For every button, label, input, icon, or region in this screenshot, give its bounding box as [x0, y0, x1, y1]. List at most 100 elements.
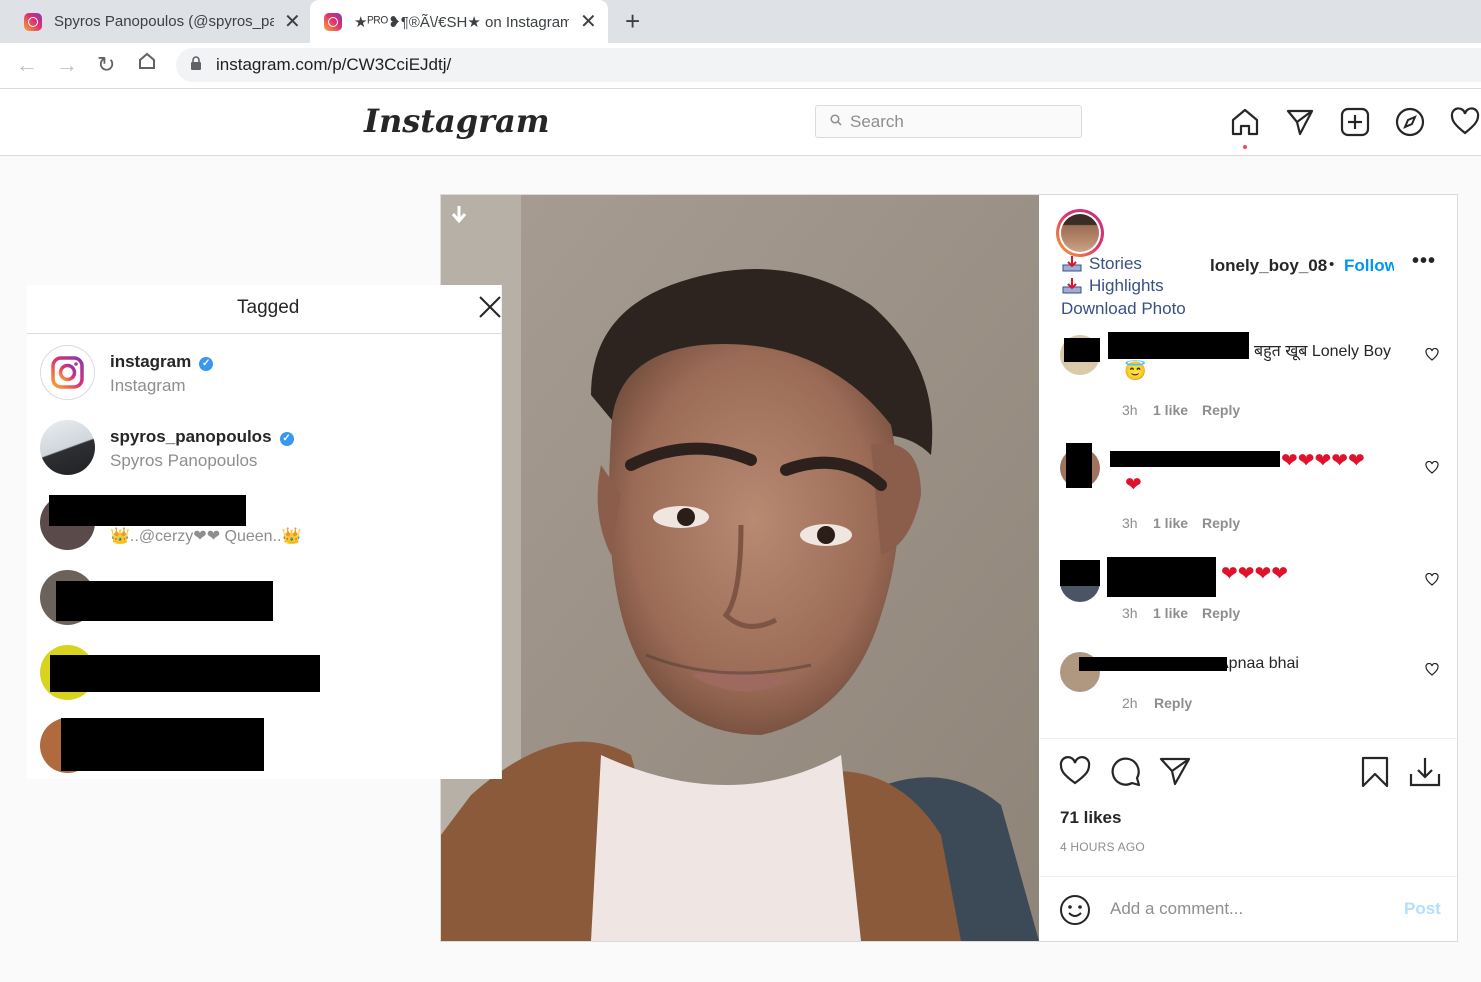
lock-icon	[190, 55, 202, 75]
share-send-icon[interactable]	[1159, 756, 1191, 786]
redaction-block	[61, 718, 264, 771]
tagged-panel-header: Tagged	[27, 285, 501, 334]
comment-hearts: ❤❤❤❤	[1221, 563, 1289, 585]
poster-username[interactable]: lonely_boy_08	[1210, 256, 1327, 276]
home-nav-icon[interactable]	[1230, 107, 1260, 137]
add-comment-input[interactable]: Add a comment...	[1110, 899, 1243, 919]
download-photo-label: Download Photo	[1061, 299, 1186, 318]
search-input[interactable]	[850, 111, 1070, 132]
tagged-user-avatar[interactable]	[40, 345, 95, 400]
redaction-block	[1110, 451, 1280, 467]
comment-text: बहुत खूब Lonely Boy	[1254, 343, 1392, 360]
download-tray-icon	[1062, 256, 1082, 272]
tagged-user-name[interactable]: instagram ✓	[110, 352, 214, 372]
like-heart-icon[interactable]	[1059, 756, 1091, 786]
close-tab-icon[interactable]: ✕	[580, 9, 597, 34]
divider	[1040, 876, 1457, 877]
instagram-favicon-icon	[324, 12, 342, 31]
reply-button[interactable]: Reply	[1202, 515, 1240, 531]
comment-bubble-icon[interactable]	[1110, 756, 1141, 787]
tagged-title: Tagged	[237, 297, 300, 318]
home-icon[interactable]	[137, 51, 157, 77]
likes-count[interactable]: 71 likes	[1060, 808, 1121, 828]
redaction-block	[49, 495, 246, 526]
reply-button[interactable]: Reply	[1202, 402, 1240, 418]
reload-icon[interactable]: ↻	[97, 52, 115, 78]
tab-title: ★ᴾᴿᴼ❥¶®Ã\/€SH★ on Instagram: "	[354, 13, 569, 31]
more-options-icon[interactable]: •••	[1412, 250, 1436, 273]
comment-time: 2h	[1122, 695, 1138, 711]
browser-toolbar: ← → ↻ instagram.com/p/CW3CciEJdtj/	[0, 43, 1481, 89]
instagram-favicon-icon	[24, 12, 42, 31]
tagged-user-name[interactable]: spyros_panopoulos ✓	[110, 427, 294, 447]
close-icon[interactable]	[478, 295, 502, 319]
divider	[1040, 738, 1457, 739]
new-post-icon[interactable]	[1340, 107, 1370, 137]
comment-time: 3h	[1122, 402, 1138, 418]
redaction-block	[1107, 557, 1216, 597]
download-icon[interactable]	[1409, 756, 1441, 788]
explore-icon[interactable]	[1395, 107, 1425, 137]
follow-button[interactable]: Follow	[1344, 256, 1394, 276]
download-photo-link[interactable]: Download Photo	[1061, 299, 1186, 319]
comment-likes[interactable]: 1 like	[1153, 605, 1188, 621]
redaction-block	[56, 581, 273, 621]
redaction-block	[1066, 443, 1092, 488]
highlights-label: Highlights	[1089, 276, 1164, 295]
verified-badge-icon: ✓	[199, 357, 214, 371]
direct-messages-icon[interactable]	[1285, 107, 1315, 137]
highlights-link[interactable]: Highlights	[1061, 276, 1164, 296]
post-timestamp: 4 HOURS AGO	[1060, 840, 1145, 854]
back-icon[interactable]: ←	[16, 52, 38, 78]
comment-text: Apnaa bhai	[1218, 655, 1299, 672]
reply-button[interactable]: Reply	[1202, 605, 1240, 621]
redaction-block	[50, 655, 320, 692]
comment-hearts: ❤	[1125, 474, 1142, 496]
search-icon	[830, 113, 842, 131]
comment-like-heart-icon[interactable]	[1425, 461, 1439, 475]
redaction-block	[1064, 338, 1100, 362]
comment-likes[interactable]: 1 like	[1153, 515, 1188, 531]
browser-tab-2-active[interactable]: ★ᴾᴿᴼ❥¶®Ã\/€SH★ on Instagram: " ✕	[310, 0, 608, 43]
download-tray-icon	[1062, 278, 1082, 294]
instagram-logo[interactable]: Instagram	[364, 102, 550, 140]
comment-like-heart-icon[interactable]	[1425, 573, 1439, 587]
home-active-indicator	[1243, 145, 1247, 149]
redaction-block	[1060, 560, 1100, 586]
poster-avatar[interactable]	[1056, 209, 1104, 257]
browser-tab-1[interactable]: Spyros Panopoulos (@spyros_panopoulos) ✕	[24, 0, 306, 43]
browser-tab-bar: Spyros Panopoulos (@spyros_panopoulos) ✕…	[0, 0, 1481, 43]
separator-dot: •	[1329, 256, 1335, 273]
tagged-user-fullname: Spyros Panopoulos	[110, 451, 258, 470]
activity-heart-icon[interactable]	[1450, 107, 1480, 137]
instagram-logo-icon	[51, 356, 84, 389]
forward-icon[interactable]: →	[56, 52, 78, 78]
tagged-user-fullname: 👑..@cerzy❤❤ Queen..👑	[110, 528, 302, 545]
stories-label: Stories	[1089, 254, 1142, 273]
save-bookmark-icon[interactable]	[1361, 756, 1389, 788]
address-bar[interactable]: instagram.com/p/CW3CciEJdtj/	[176, 48, 1481, 82]
comment-likes[interactable]: 1 like	[1153, 402, 1188, 418]
comment-hearts: ❤❤❤❤❤	[1281, 450, 1365, 472]
post-photo[interactable]	[441, 195, 1039, 941]
close-tab-icon[interactable]: ✕	[284, 9, 301, 34]
comment-time: 3h	[1122, 515, 1138, 531]
verified-badge-icon: ✓	[279, 432, 294, 446]
stories-link[interactable]: Stories	[1061, 254, 1142, 274]
redaction-block	[1108, 332, 1249, 359]
post-comment-button[interactable]: Post	[1404, 899, 1441, 919]
emoji-smiley-icon[interactable]	[1059, 894, 1091, 926]
portrait-illustration	[441, 195, 1039, 941]
reply-button[interactable]: Reply	[1154, 695, 1192, 711]
download-arrow-icon[interactable]	[451, 204, 467, 224]
comment-like-heart-icon[interactable]	[1425, 663, 1439, 677]
url-text: instagram.com/p/CW3CciEJdtj/	[216, 55, 452, 74]
search-box[interactable]	[815, 105, 1082, 138]
redaction-block	[1079, 657, 1227, 671]
new-tab-icon[interactable]: +	[625, 6, 640, 37]
comment-time: 3h	[1122, 605, 1138, 621]
tab-title: Spyros Panopoulos (@spyros_panopoulos)	[54, 13, 274, 30]
tagged-user-avatar[interactable]	[40, 420, 95, 475]
comment-emoji: 😇	[1124, 361, 1147, 381]
comment-like-heart-icon[interactable]	[1425, 348, 1439, 362]
